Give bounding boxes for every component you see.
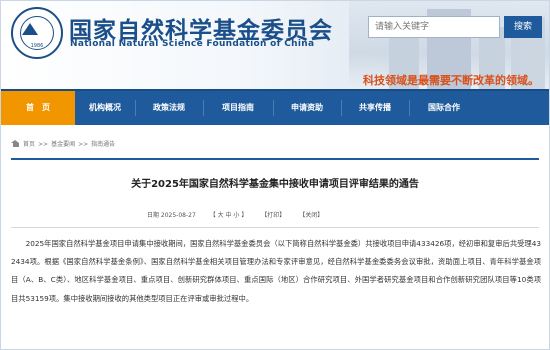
main-nav: 首 页 机构概况 政策法规 项目指南 申请资助 共享传播 国际合作 (1, 89, 549, 125)
nav-home[interactable]: 首 页 (1, 91, 75, 125)
page-frame: 1986 国家自然科学基金委员会 National Natural Scienc… (0, 0, 550, 350)
slogan-text: 科技领域是最需要不断改革的领域。 (363, 74, 539, 87)
nav-share[interactable]: 共享传播 (341, 91, 409, 125)
content-divider (11, 158, 539, 160)
nsfc-logo[interactable]: 1986 (11, 7, 63, 59)
nav-policy[interactable]: 政策法规 (135, 91, 203, 125)
logo-year: 1986 (30, 43, 44, 49)
breadcrumb-news[interactable]: 基金要闻 (51, 141, 75, 148)
nav-guide[interactable]: 项目指南 (203, 91, 273, 125)
nav-international[interactable]: 国际合作 (409, 91, 479, 125)
breadcrumb-notice[interactable]: 指南通告 (91, 141, 115, 148)
breadcrumb-sep: >> (78, 141, 89, 148)
close-link[interactable]: 【关闭】 (299, 212, 323, 219)
breadcrumb-home[interactable]: 首页 (23, 141, 35, 148)
search-input[interactable] (368, 16, 500, 38)
print-link[interactable]: 【打印】 (261, 212, 285, 219)
search-button[interactable]: 搜索 (504, 16, 542, 38)
font-size-switch[interactable]: 【 大 中 小 】 (210, 212, 248, 219)
article-title: 关于2025年国家自然科学基金集中接收申请项目评审结果的通告 (131, 179, 419, 190)
article-date: 日期 2025-08-27 (147, 212, 196, 219)
breadcrumb-sep: >> (38, 141, 49, 148)
nav-apply[interactable]: 申请资助 (273, 91, 341, 125)
article-meta: 日期 2025-08-27 【 大 中 小 】 【打印】 【关闭】 (147, 210, 335, 219)
breadcrumb: 首页 >> 基金要闻 >> 指南通告 (11, 139, 118, 148)
site-header: 1986 国家自然科学基金委员会 National Natural Scienc… (1, 1, 549, 89)
home-icon (11, 140, 20, 147)
meta-divider (11, 227, 539, 228)
nav-about[interactable]: 机构概况 (75, 91, 135, 125)
site-title-en: National Natural Science Foundation of C… (70, 39, 315, 49)
article-body: 2025年国家自然科学基金项目申请集中接收期间，国家自然科学基金委员会（以下简称… (11, 239, 542, 303)
